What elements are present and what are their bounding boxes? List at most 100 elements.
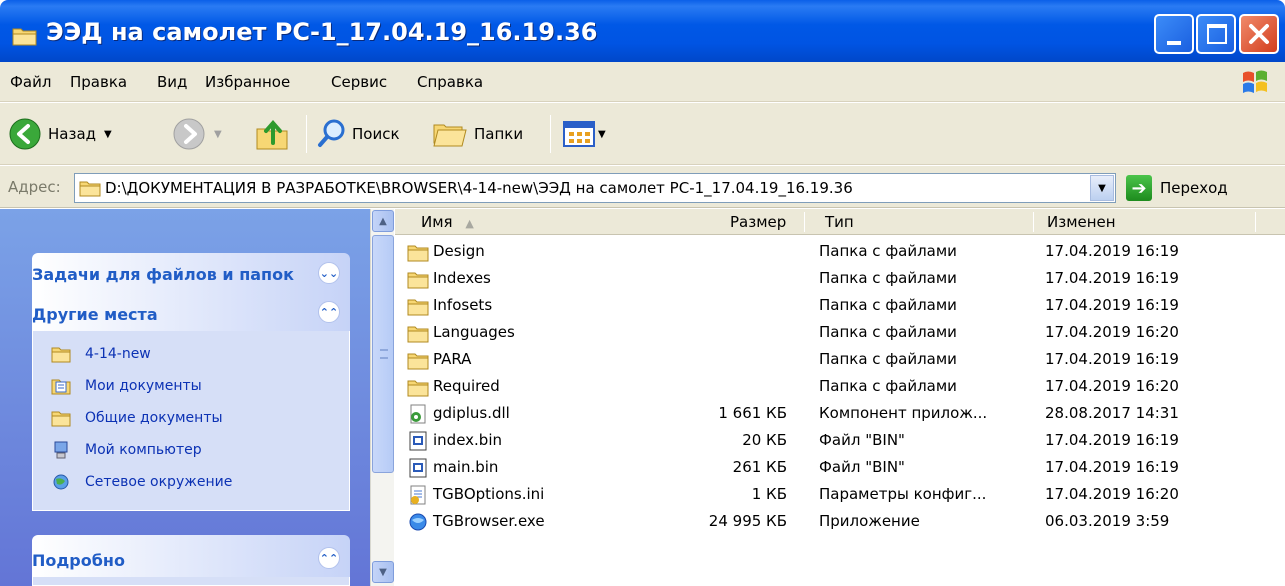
forward-button[interactable]: ▼ [172,114,222,154]
file-list: Имя ▲ Размер Тип Изменен Design Папка с ф… [395,209,1285,586]
expand-icon[interactable]: ⌄⌄ [318,262,340,284]
folders-button[interactable]: Папки [430,114,523,154]
file-row[interactable]: Design Папка с файлами 17.04.2019 16:19 [395,239,1285,266]
file-row[interactable]: Required Папка с файлами 17.04.2019 16:20 [395,374,1285,401]
chevron-down-icon: ▼ [1098,182,1106,194]
place-label: Сетевое окружение [85,474,233,490]
column-header-name[interactable]: Имя ▲ [421,213,474,231]
file-tasks-title: Задачи для файлов и папок [32,265,294,284]
column-header-size[interactable]: Размер [730,213,786,231]
column-divider[interactable] [1033,212,1034,232]
menu-favorites[interactable]: Избранное [205,73,290,91]
file-size: 261 КБ [732,458,787,476]
file-row[interactable]: TGBrowser.exe 24 995 КБ Приложение 06.03.20… [395,509,1285,536]
dll-icon [410,404,426,424]
file-size: 20 КБ [742,431,787,449]
up-folder-button[interactable] [255,114,291,154]
details-panel-header[interactable]: Подробно ⌃⌃ [32,535,350,577]
close-button[interactable] [1239,14,1279,54]
place-item-network[interactable]: Сетевое окружение [51,473,232,491]
file-size: 1 КБ [751,485,787,503]
other-places-panel: 4-14-new Мои документы Общие документы М… [32,331,350,511]
maximize-icon [1207,24,1227,44]
menu-edit[interactable]: Правка [70,73,127,91]
file-type: Папка с файлами [819,350,957,368]
place-item-my-computer[interactable]: Мой компьютер [51,441,202,459]
forward-arrow-icon [173,118,205,150]
address-dropdown-button[interactable]: ▼ [1090,175,1114,201]
column-divider[interactable] [1255,212,1256,232]
scroll-down-button[interactable]: ▼ [372,561,394,583]
menu-file[interactable]: Файл [10,73,51,91]
file-type: Приложение [819,512,920,530]
column-header-modified[interactable]: Изменен [1047,213,1116,231]
file-row[interactable]: gdiplus.dll 1 661 КБ Компонент прилож... 28… [395,401,1285,428]
file-type: Файл "BIN" [819,431,905,449]
file-type: Папка с файлами [819,296,957,314]
menu-view[interactable]: Вид [157,73,187,91]
scrollbar-thumb[interactable] [372,235,394,473]
file-row[interactable]: index.bin 20 КБ Файл "BIN" 17.04.2019 16:19 [395,428,1285,455]
file-row[interactable]: TGBOptions.ini 1 КБ Параметры конфиг... 17.… [395,482,1285,509]
back-arrow-icon [9,118,41,150]
file-row[interactable]: Indexes Папка с файлами 17.04.2019 16:19 [395,266,1285,293]
file-name: Indexes [433,269,491,287]
file-modified: 17.04.2019 16:19 [1045,242,1179,260]
file-row[interactable]: Languages Папка с файлами 17.04.2019 16:20 [395,320,1285,347]
back-label: Назад [48,125,97,143]
folder-icon [407,353,429,370]
file-row[interactable]: PARA Папка с файлами 17.04.2019 16:19 [395,347,1285,374]
folder-icon [407,299,429,316]
place-label: 4-14-new [85,346,151,362]
back-dropdown-icon[interactable]: ▼ [104,129,112,140]
file-name: TGBrowser.exe [433,512,545,530]
back-button[interactable]: Назад ▼ [8,114,112,154]
views-dropdown-icon[interactable]: ▼ [598,129,606,140]
menu-bar: Файл Правка Вид Избранное Сервис Справка [0,62,1285,102]
column-header-type[interactable]: Тип [825,213,854,231]
bin-file-icon [409,431,427,451]
details-panel [32,577,350,586]
search-button[interactable]: Поиск [316,114,400,154]
folder-icon [79,181,101,197]
folder-icon [12,28,37,46]
menu-tools[interactable]: Сервис [331,73,387,91]
column-divider[interactable] [804,212,805,232]
views-button[interactable]: ▼ [562,114,606,154]
address-input[interactable]: D:\ДОКУМЕНТАЦИЯ В РАЗРАБОТКЕ\BROWSER\4-1… [74,173,1116,203]
go-button[interactable]: ➔ Переход [1126,173,1228,203]
file-name: PARA [433,350,472,368]
toolbar-separator [550,115,551,153]
details-title: Подробно [32,551,125,570]
file-name: Design [433,242,485,260]
file-row[interactable]: Infosets Папка с файлами 17.04.2019 16:19 [395,293,1285,320]
other-places-title: Другие места [32,305,158,324]
minimize-button[interactable] [1154,14,1194,54]
task-pane-scrollbar[interactable]: ▲ ▼ [370,209,394,586]
file-name: Required [433,377,500,395]
scroll-up-button[interactable]: ▲ [372,210,394,232]
network-icon [53,474,69,490]
title-bar[interactable]: ЭЭД на самолет РС-1_17.04.19_16.19.36 [0,0,1285,62]
address-label: Адрес: [8,178,61,196]
collapse-icon[interactable]: ⌃⌃ [318,301,340,323]
grip-icon [380,349,388,359]
collapse-icon[interactable]: ⌃⌃ [318,547,340,569]
folders-label: Папки [474,125,524,143]
toolbar-separator [306,115,307,153]
file-row[interactable]: main.bin 261 КБ Файл "BIN" 17.04.2019 16:19 [395,455,1285,482]
close-icon [1249,24,1269,44]
place-item-shared-documents[interactable]: Общие документы [51,409,223,427]
views-icon [563,121,595,147]
maximize-button[interactable] [1196,14,1236,54]
place-item-my-documents[interactable]: Мои документы [51,377,202,395]
place-item-4-14-new[interactable]: 4-14-new [51,345,151,363]
menu-help[interactable]: Справка [417,73,483,91]
search-label: Поиск [352,125,400,143]
forward-dropdown-icon[interactable]: ▼ [214,129,222,140]
place-label: Мои документы [85,378,202,394]
chevron-up-icon: ▲ [379,215,387,227]
other-places-panel-header[interactable]: Другие места ⌃⌃ [32,289,350,331]
bin-file-icon [409,458,427,478]
folder-icon [407,380,429,397]
